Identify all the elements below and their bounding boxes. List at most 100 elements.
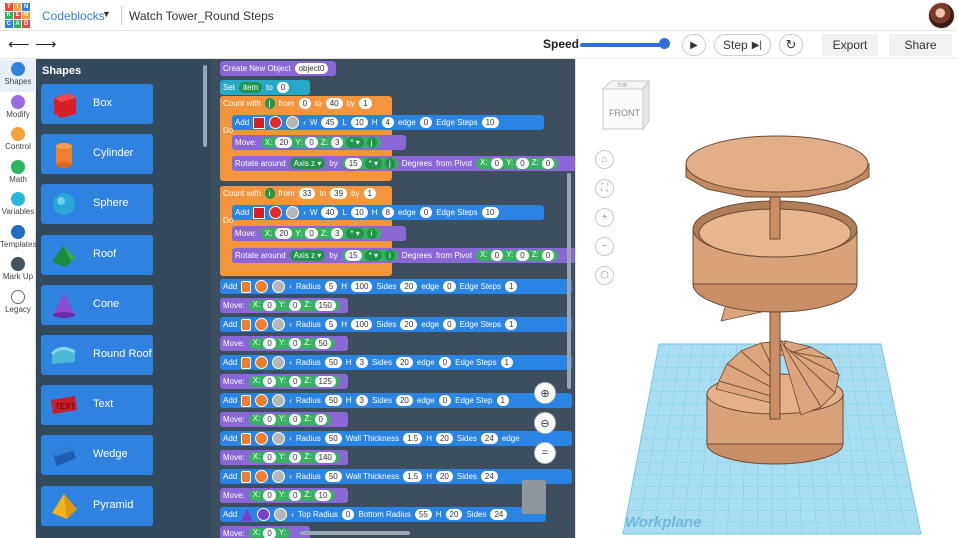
value-field[interactable]: 40 — [321, 207, 339, 218]
category-mark-up[interactable]: Mark Up — [0, 257, 36, 281]
value-field[interactable]: 4 — [381, 117, 394, 128]
code-workspace[interactable]: Create New Object object0 Set item to 0 Count … — [210, 59, 575, 538]
value-field[interactable]: 45 — [321, 117, 339, 128]
value-field[interactable]: 100 — [351, 319, 373, 330]
value-field[interactable]: 0 — [276, 82, 290, 93]
category-legacy[interactable]: Legacy — [0, 289, 36, 314]
chevron-left-icon[interactable]: ‹ — [289, 282, 292, 291]
value-field[interactable]: 1 — [496, 395, 509, 406]
value-field[interactable]: 0 — [541, 158, 555, 169]
value-field[interactable]: 33 — [298, 188, 316, 199]
value-field[interactable]: 0 — [305, 228, 318, 239]
value-field[interactable]: 15 — [344, 158, 362, 169]
move-block[interactable]: Move: X: 0 Y: 0 Z: 150 — [220, 298, 348, 313]
value-field[interactable]: 5 — [324, 319, 338, 330]
operator-dropdown[interactable]: * ▾ — [364, 158, 382, 169]
value-field[interactable]: 0 — [490, 250, 504, 261]
value-field[interactable]: 1.5 — [403, 433, 423, 444]
value-field[interactable]: 15 — [344, 250, 362, 261]
value-field[interactable]: 1.5 — [403, 471, 423, 482]
chevron-left-icon[interactable]: ‹ — [289, 320, 292, 329]
value-field[interactable]: 40 — [325, 98, 343, 109]
value-field[interactable]: 39 — [330, 188, 348, 199]
shape-cone[interactable]: Cone — [41, 284, 153, 325]
move-block[interactable]: Move: X: 20 Y: 0 Z: 3 * ▾ i — [232, 226, 406, 241]
count-with-block[interactable]: Count with i from 33 to 39 by 1 — [220, 186, 388, 201]
value-field[interactable]: 0 — [438, 395, 452, 406]
value-field[interactable]: 0 — [541, 250, 555, 261]
value-field[interactable]: 20 — [275, 228, 293, 239]
value-field[interactable]: 0 — [263, 452, 276, 463]
chevron-left-icon[interactable]: ‹ — [291, 510, 294, 519]
hole-toggle[interactable] — [272, 280, 286, 293]
value-field[interactable]: 0 — [516, 158, 529, 169]
shape-pyramid[interactable]: Pyramid — [41, 485, 153, 526]
share-button[interactable]: Share — [889, 34, 952, 56]
value-field[interactable]: 0 — [288, 490, 302, 501]
value-field[interactable]: 125 — [314, 376, 336, 387]
hole-toggle[interactable] — [272, 470, 286, 483]
chevron-down-icon[interactable]: ▼ — [102, 9, 111, 19]
move-block[interactable]: Move: X: 20 Y: 0 Z: 3 * ▾ j — [232, 135, 406, 150]
undo-icon[interactable]: ⟵ — [8, 35, 30, 53]
value-field[interactable]: 50 — [324, 395, 342, 406]
value-field[interactable]: 0 — [443, 281, 456, 292]
workspace-zoom-out-button[interactable]: ⊖ — [534, 412, 556, 434]
avatar[interactable] — [928, 2, 955, 29]
value-field[interactable]: 0 — [516, 250, 529, 261]
hole-toggle[interactable] — [286, 116, 300, 129]
3d-scene[interactable]: Workplane TOP FRONT — [581, 59, 957, 538]
variable-dropdown[interactable]: i — [385, 250, 395, 261]
add-cylinder-block[interactable]: Add ‹ Radius 5 H 100 Sides 20 edge 0 Edge Steps 1 — [220, 279, 572, 294]
chevron-left-icon[interactable]: ‹ — [303, 208, 306, 217]
move-block[interactable]: Move: X: 0 Y: — [220, 526, 310, 538]
rotate-block[interactable]: Rotate around Axis z ▾ by 15 * ▾ i Degrees from… — [232, 248, 575, 263]
value-field[interactable]: 0 — [419, 207, 433, 218]
hole-toggle[interactable] — [274, 508, 288, 521]
value-field[interactable]: 100 — [351, 281, 373, 292]
move-block[interactable]: Move: X: 0 Y: 0 Z: 125 — [220, 374, 348, 389]
color-swatch[interactable] — [255, 318, 269, 331]
operator-dropdown[interactable]: * ▾ — [346, 228, 364, 239]
zoom-out-button[interactable]: − — [595, 237, 614, 256]
category-templates[interactable]: Templates — [0, 224, 36, 249]
shape-wedge[interactable]: Wedge — [41, 435, 153, 476]
value-field[interactable]: 0 — [263, 300, 276, 311]
value-field[interactable]: 10 — [314, 490, 332, 501]
variable-dropdown[interactable]: i — [366, 228, 377, 239]
variable-dropdown[interactable]: j — [385, 158, 395, 169]
category-math[interactable]: Math — [0, 159, 36, 184]
redo-icon[interactable]: ⟶ — [35, 35, 57, 53]
value-field[interactable]: 0 — [443, 319, 456, 330]
value-field[interactable]: 1 — [363, 188, 376, 199]
value-field[interactable]: 24 — [480, 471, 498, 482]
color-swatch[interactable] — [257, 508, 271, 521]
loop-variable[interactable]: j — [264, 98, 275, 109]
value-field[interactable]: 0 — [263, 376, 276, 387]
code-horizontal-scrollbar[interactable] — [300, 531, 410, 535]
perspective-button[interactable]: ⬡ — [595, 266, 614, 285]
value-field[interactable]: 1 — [359, 98, 372, 109]
operator-dropdown[interactable]: * ▾ — [364, 250, 382, 261]
chevron-left-icon[interactable]: ‹ — [289, 358, 292, 367]
value-field[interactable]: 3 — [355, 395, 368, 406]
chevron-left-icon[interactable]: ‹ — [303, 118, 306, 127]
chevron-left-icon[interactable]: ‹ — [289, 396, 292, 405]
value-field[interactable]: 0 — [288, 376, 302, 387]
value-field[interactable]: 0 — [314, 414, 327, 425]
create-object-block[interactable]: Create New Object object0 — [220, 61, 336, 76]
workspace-zoom-reset-button[interactable]: = — [534, 442, 556, 464]
value-field[interactable]: 50 — [314, 338, 332, 349]
value-field[interactable]: 10 — [350, 117, 368, 128]
value-field[interactable]: 0 — [288, 300, 302, 311]
workspace-zoom-in-button[interactable]: ⊕ — [534, 382, 556, 404]
value-field[interactable]: 1 — [500, 357, 513, 368]
value-field[interactable]: 0 — [438, 357, 452, 368]
value-field[interactable]: 0 — [263, 414, 276, 425]
add-cylinder-block[interactable]: Add ‹ Radius 50 H 3 Sides 20 edge 0 Edge Steps 1 — [220, 355, 572, 370]
step-button[interactable]: Step ▶| — [714, 34, 771, 56]
value-field[interactable]: 150 — [314, 300, 336, 311]
count-with-block[interactable]: Count with j from 0 to 40 by 1 — [220, 96, 388, 111]
speed-slider[interactable] — [580, 43, 668, 47]
hole-toggle[interactable] — [272, 356, 286, 369]
